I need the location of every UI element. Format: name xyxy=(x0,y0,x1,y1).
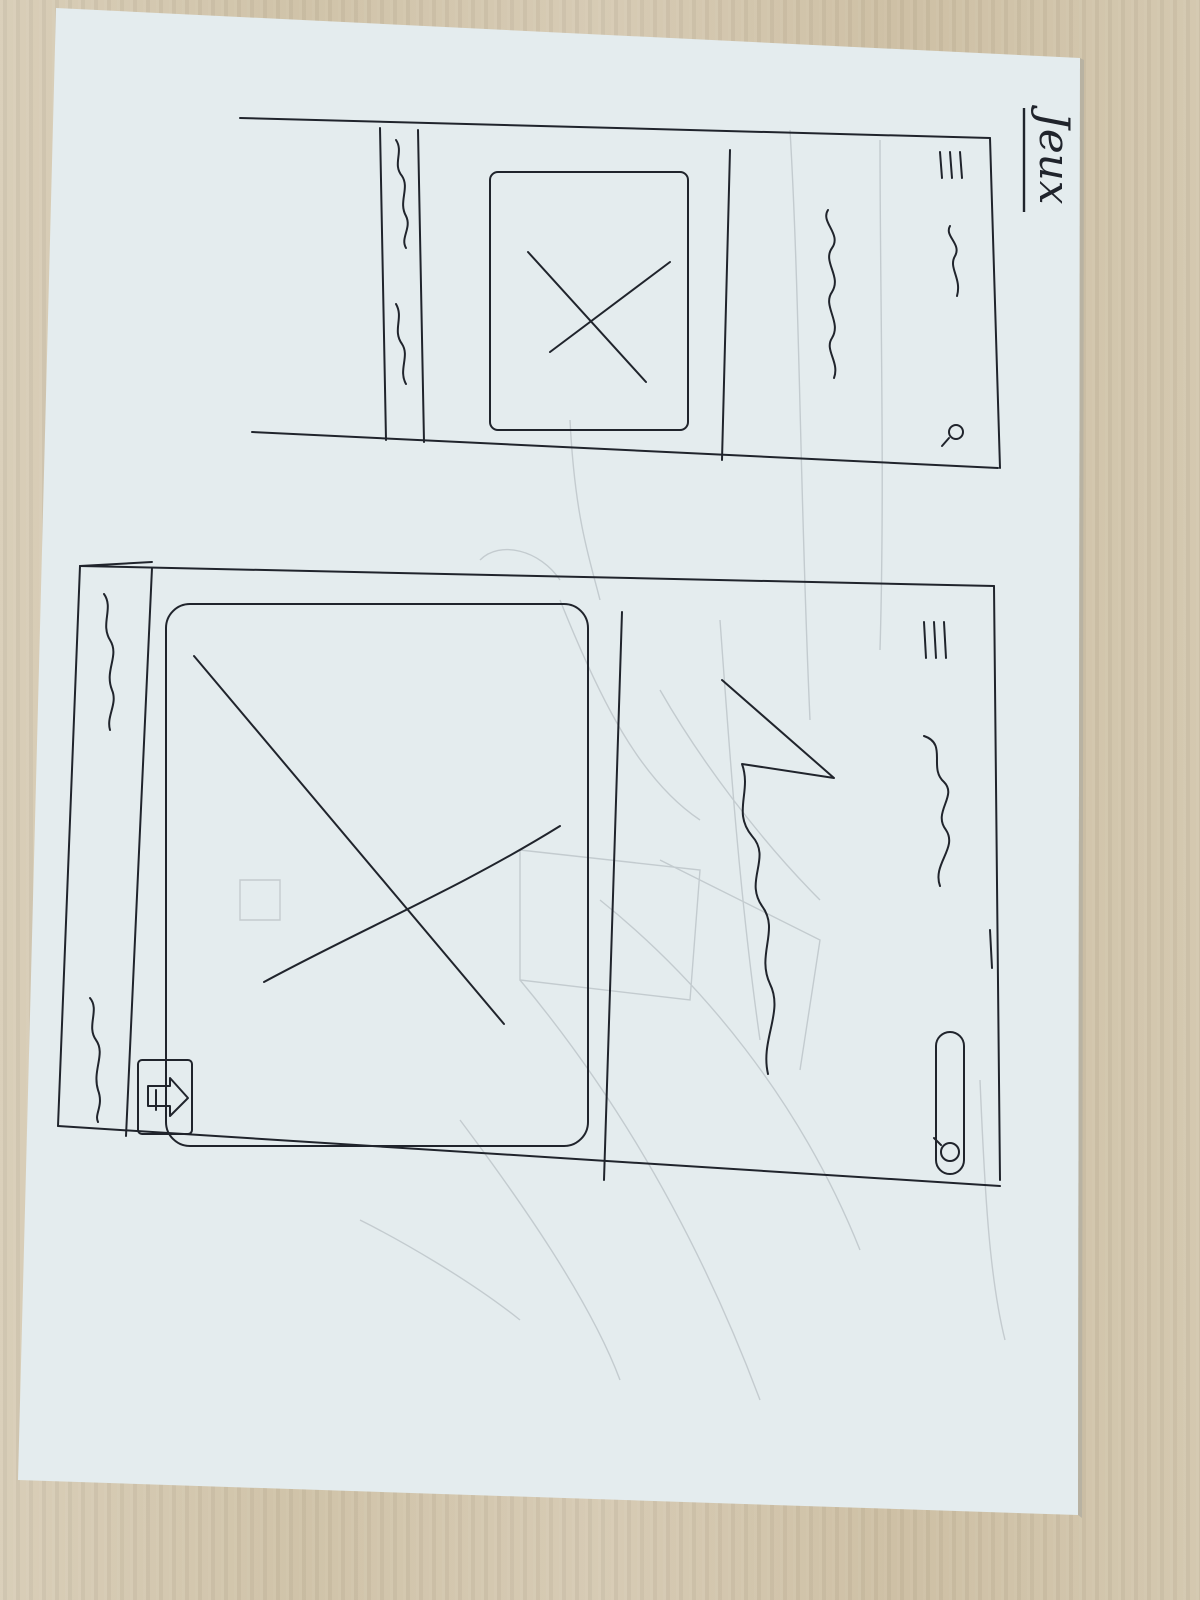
sheet-title: Jeux xyxy=(1022,104,1079,212)
paper-sketch-scene: Jeux xyxy=(18,8,1084,1518)
paper-sheet xyxy=(18,8,1080,1515)
sheet-title-text: Jeux xyxy=(1030,104,1079,205)
